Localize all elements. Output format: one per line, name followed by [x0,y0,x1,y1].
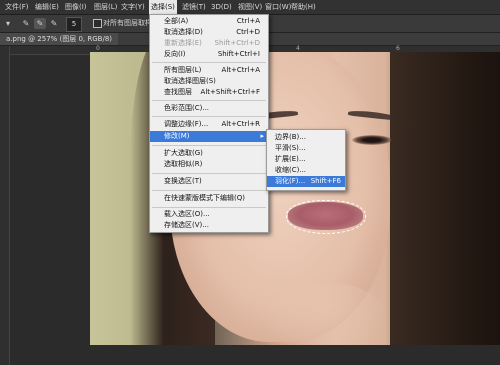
menu-file[interactable]: 文件(F) [5,0,29,14]
menu-edit[interactable]: 编辑(E) [35,0,59,14]
photo-hair-right [390,52,500,345]
menu-item-grow[interactable]: 扩大选取(G) [150,148,268,159]
vertical-ruler [0,46,10,365]
menu-separator [152,116,266,117]
menu-image[interactable]: 图像(I) [65,0,87,14]
brush-subtract-icon[interactable]: ✎ [48,18,60,29]
menu-item-find-layers[interactable]: 查找图层 Alt+Shift+Ctrl+F [150,87,268,98]
select-menu-dropdown: 全部(A) Ctrl+A 取消选择(D) Ctrl+D 重新选择(E) Shift+C… [149,14,269,233]
brush-add-icon[interactable]: ✎ [34,18,46,29]
submenu-item-contract[interactable]: 收缩(C)... [267,165,345,176]
document-tab[interactable]: a.png @ 257% (图层 0, RGB/8) [0,33,119,45]
ruler-tick: 0 [96,45,100,52]
brush-icon[interactable]: ✎ [20,18,32,29]
menu-item-color-range[interactable]: 色彩范围(C)... [150,103,268,114]
submenu-item-expand[interactable]: 扩展(E)... [267,154,345,165]
menu-bar: 文件(F) 编辑(E) 图像(I) 图层(L) 文字(Y) 选择(S) 滤镜(T… [0,0,500,15]
sample-all-layers-label: 对所有图层取样 [103,19,152,27]
menu-item-similar[interactable]: 选取相似(R) [150,159,268,170]
submenu-item-border[interactable]: 边界(B)... [267,132,345,143]
menu-item-deselect[interactable]: 取消选择(D) Ctrl+D [150,27,268,38]
menu-item-refine-edge[interactable]: 调整边缘(F)... Alt+Ctrl+R [150,119,268,130]
menu-item-reselect[interactable]: 重新选择(E) Shift+Ctrl+D [150,38,268,49]
menu-item-all-layers[interactable]: 所有图层(L) Alt+Ctrl+A [150,65,268,76]
ruler-tick: 4 [296,45,300,52]
lip-selection-marquee [286,200,366,234]
menu-window[interactable]: 窗口(W) [265,0,291,14]
menu-separator [152,100,266,101]
modify-submenu: 边界(B)... 平滑(S)... 扩展(E)... 收缩(C)... 羽化(F… [266,129,346,191]
submenu-item-feather[interactable]: 羽化(F)... Shift+F6 [267,176,345,187]
submenu-arrow-icon: ▸ [260,132,264,140]
menu-select[interactable]: 选择(S) [149,0,177,14]
menu-separator [152,62,266,63]
menu-separator [152,145,266,146]
menu-separator [152,207,266,208]
menu-item-save-selection[interactable]: 存储选区(V)... [150,220,268,231]
menu-type[interactable]: 文字(Y) [121,0,145,14]
photo-eye-right [352,135,392,145]
menu-3d[interactable]: 3D(D) [211,0,232,14]
menu-view[interactable]: 视图(V) [238,0,262,14]
menu-layer[interactable]: 图层(L) [94,0,117,14]
menu-item-select-all[interactable]: 全部(A) Ctrl+A [150,16,268,27]
menu-separator [152,190,266,191]
menu-item-transform-selection[interactable]: 变换选区(T) [150,176,268,187]
menu-separator [152,173,266,174]
menu-item-inverse[interactable]: 反向(I) Shift+Ctrl+I [150,49,268,60]
menu-item-modify[interactable]: 修改(M) ▸ [150,131,268,142]
menu-item-quick-mask[interactable]: 在快速蒙版模式下编辑(Q) [150,193,268,204]
menu-item-deselect-layers[interactable]: 取消选择图层(S) [150,76,268,87]
submenu-item-smooth[interactable]: 平滑(S)... [267,143,345,154]
brush-size-field[interactable]: 5 [66,17,82,32]
menu-item-load-selection[interactable]: 载入选区(O)... [150,209,268,220]
ruler-tick: 6 [396,45,400,52]
menu-help[interactable]: 帮助(H) [291,0,316,14]
menu-filter[interactable]: 滤镜(T) [182,0,206,14]
tool-preset-icon[interactable]: ▾ [2,18,14,29]
sample-all-layers-checkbox[interactable] [93,19,102,28]
